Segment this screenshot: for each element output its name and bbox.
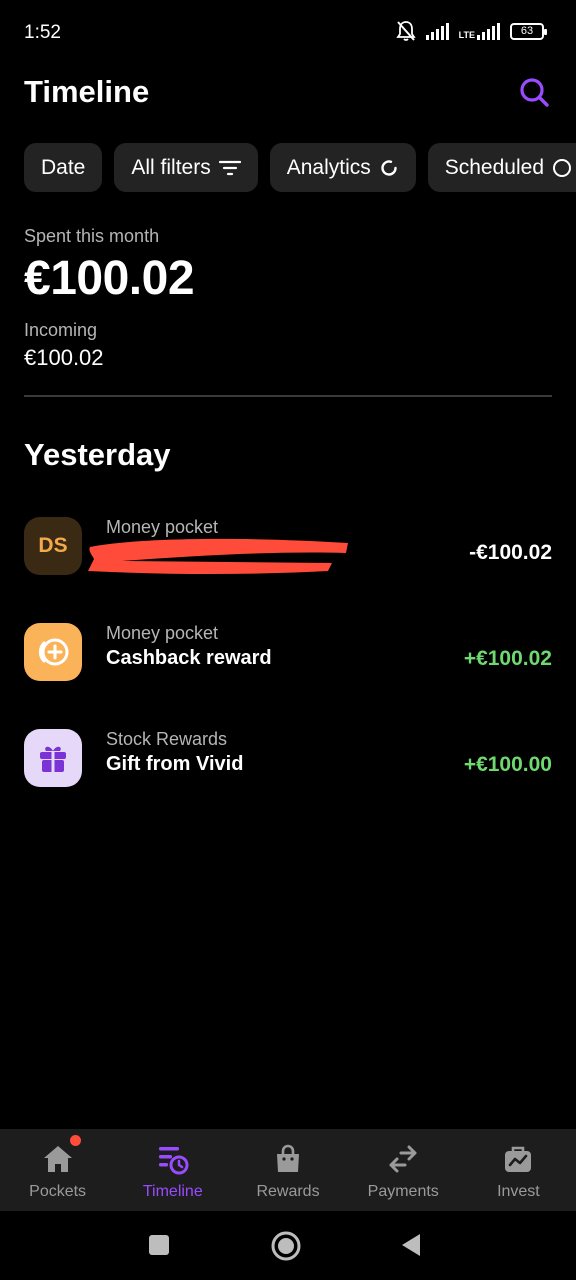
transaction-row[interactable]: Stock Rewards Gift from Vivid +€100.00 (24, 729, 552, 789)
transaction-row[interactable]: Money pocket Cashback reward +€100.02 (24, 623, 552, 683)
notification-badge (70, 1135, 81, 1146)
transaction-amount: +€100.00 (463, 753, 552, 776)
divider (24, 395, 552, 397)
avatar-initials: DS (38, 534, 68, 557)
refresh-icon (381, 159, 397, 176)
back-triangle-icon[interactable] (400, 1233, 422, 1257)
nav-label: Pockets (29, 1183, 87, 1200)
system-nav-bar (0, 1211, 576, 1280)
nav-rewards[interactable]: Rewards (230, 1129, 345, 1211)
status-time: 1:52 (24, 22, 61, 43)
chip-label: Date (41, 155, 86, 179)
search-icon[interactable] (518, 76, 550, 108)
transaction-row[interactable]: DS Money pocket -€100.02 (24, 517, 552, 577)
nav-label: Payments (367, 1183, 439, 1200)
analytics-chip[interactable]: Analytics (269, 143, 416, 192)
avatar (24, 623, 82, 681)
redaction-scribble (88, 538, 348, 574)
section-title: Yesterday (24, 437, 171, 472)
scheduled-chip[interactable]: Scheduled (427, 143, 576, 192)
status-icons: LTE 63 (395, 20, 547, 42)
spent-value: €100.02 (24, 252, 195, 305)
transaction-category: Stock Rewards (106, 729, 228, 749)
lte-signal-icon: LTE (459, 22, 500, 40)
battery-level: 63 (520, 25, 534, 37)
avatar: DS (24, 517, 82, 575)
incoming-label: Incoming (24, 320, 98, 340)
transaction-amount: +€100.02 (463, 647, 552, 670)
clock-icon (553, 158, 571, 177)
transfer-arrows-icon (389, 1145, 417, 1173)
nav-invest[interactable]: Invest (461, 1129, 576, 1211)
transaction-name: Cashback reward (106, 647, 272, 669)
recents-square-icon[interactable] (148, 1234, 170, 1256)
nav-pockets[interactable]: Pockets (0, 1129, 115, 1211)
bell-off-icon (395, 21, 416, 41)
incoming-value: €100.02 (24, 345, 104, 370)
page-title: Timeline (24, 74, 150, 109)
battery-icon: 63 (510, 22, 547, 40)
briefcase-chart-icon (505, 1146, 532, 1172)
transaction-category: Money pocket (106, 623, 219, 643)
chip-label: All filters (131, 155, 211, 179)
spent-label: Spent this month (24, 226, 160, 246)
all-filters-chip[interactable]: All filters (114, 143, 258, 192)
gift-icon (40, 746, 66, 772)
signal-icon (425, 22, 449, 40)
chip-label: Scheduled (444, 155, 544, 179)
cashback-icon (38, 638, 69, 666)
home-icon (43, 1146, 72, 1172)
monthly-summary: Spent this month €100.02 Incoming €100.0… (24, 226, 552, 371)
nav-label: Rewards (256, 1183, 320, 1200)
date-filter-chip[interactable]: Date (24, 143, 103, 192)
avatar (24, 729, 82, 787)
nav-payments[interactable]: Payments (346, 1129, 461, 1211)
bag-icon (277, 1144, 299, 1172)
bottom-nav: Pockets Timeline Rewards Payments Invest (0, 1129, 576, 1211)
chip-label: Analytics (286, 155, 371, 179)
nav-timeline[interactable]: Timeline (115, 1129, 230, 1211)
transaction-amount: -€100.02 (469, 541, 552, 564)
filter-lines-icon (218, 160, 241, 175)
transaction-name: Gift from Vivid (106, 753, 244, 775)
network-type: LTE (458, 30, 475, 40)
filter-chips: Date All filters Analytics Scheduled (24, 143, 576, 192)
header: Timeline (24, 70, 552, 114)
status-bar: 1:52 LTE 63 (0, 0, 576, 64)
nav-label: Invest (497, 1183, 540, 1200)
nav-label: Timeline (142, 1183, 203, 1200)
timeline-icon (158, 1147, 189, 1175)
home-circle-icon[interactable] (270, 1230, 302, 1262)
